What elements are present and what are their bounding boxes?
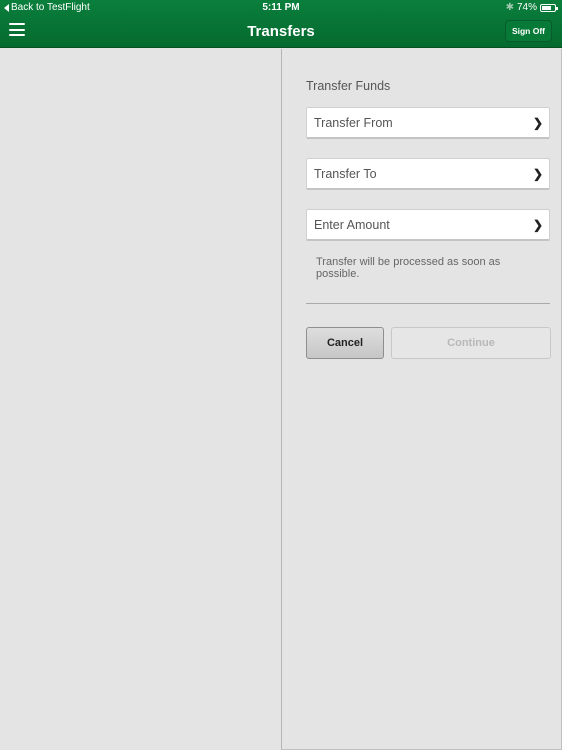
chevron-right-icon: ❯ [532,218,543,232]
transfer-to-field[interactable]: Transfer To ❯ [306,158,550,190]
field-label: Transfer From [314,116,393,130]
chevron-right-icon: ❯ [532,167,543,181]
master-pane [0,49,281,750]
enter-amount-field[interactable]: Enter Amount ❯ [306,209,550,241]
separator [306,303,550,304]
navigation-bar: Transfers Sign Off [0,15,562,48]
transfer-from-field[interactable]: Transfer From ❯ [306,107,550,139]
page-title: Transfers [247,23,315,40]
chevron-right-icon: ❯ [532,116,543,130]
battery-percent: 74% [516,2,537,13]
sign-off-button[interactable]: Sign Off [504,20,552,42]
battery-icon [540,3,558,12]
detail-pane: Transfer Funds Transfer From ❯ Transfer … [282,49,562,750]
continue-button[interactable]: Continue [391,327,551,359]
field-label: Transfer To [314,167,377,181]
cancel-button[interactable]: Cancel [306,327,384,359]
bluetooth-icon: ✱ [505,2,514,13]
status-indicators: ✱ 74% [505,2,558,13]
section-title: Transfer Funds [306,79,391,93]
top-bar: Back to TestFlight 5:11 PM ✱ 74% Transfe… [0,0,562,48]
status-bar: Back to TestFlight 5:11 PM ✱ 74% [0,0,562,15]
field-label: Enter Amount [314,218,390,232]
processing-note: Transfer will be processed as soon as po… [316,256,501,280]
clock: 5:11 PM [262,2,300,13]
